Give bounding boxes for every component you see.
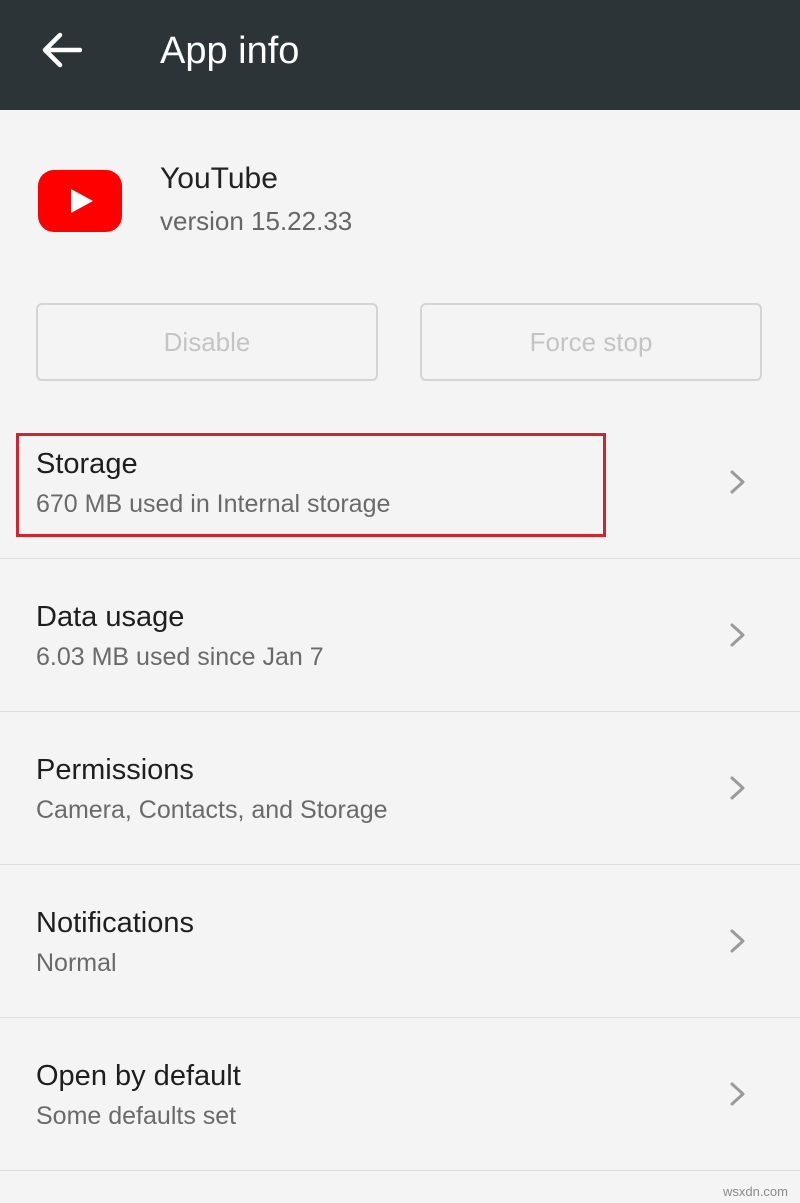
- disable-button[interactable]: Disable: [36, 303, 378, 381]
- force-stop-button[interactable]: Force stop: [420, 303, 762, 381]
- item-title: Data usage: [36, 601, 185, 633]
- watermark: wsxdn.com: [722, 1184, 788, 1199]
- youtube-logo-icon: [38, 170, 122, 232]
- item-title: Permissions: [36, 754, 194, 786]
- settings-item-open-by-default[interactable]: Open by default Some defaults set: [0, 1018, 800, 1171]
- item-subtitle: Some defaults set: [36, 1102, 237, 1130]
- chevron-right-icon: [730, 776, 745, 800]
- chevron-right-icon: [730, 470, 745, 494]
- item-title: Open by default: [36, 1060, 241, 1092]
- item-subtitle: Normal: [36, 949, 117, 977]
- chevron-right-icon: [730, 623, 745, 647]
- chevron-right-icon: [730, 929, 745, 953]
- chevron-right-icon: [730, 1082, 745, 1106]
- app-version: version 15.22.33: [160, 206, 353, 236]
- settings-item-permissions[interactable]: Permissions Camera, Contacts, and Storag…: [0, 712, 800, 865]
- app-header: YouTube version 15.22.33: [0, 110, 800, 290]
- settings-item-notifications[interactable]: Notifications Normal: [0, 865, 800, 1018]
- item-title: Notifications: [36, 907, 194, 939]
- item-subtitle: 6.03 MB used since Jan 7: [36, 643, 324, 671]
- arrow-left-icon: [42, 32, 82, 68]
- app-bar: App info: [0, 0, 800, 110]
- item-title: Storage: [36, 448, 138, 480]
- app-name: YouTube: [160, 162, 278, 195]
- item-subtitle: Camera, Contacts, and Storage: [36, 796, 388, 824]
- page-title: App info: [160, 30, 300, 72]
- settings-item-data-usage[interactable]: Data usage 6.03 MB used since Jan 7: [0, 559, 800, 712]
- settings-item-storage[interactable]: Storage 670 MB used in Internal storage: [0, 406, 800, 559]
- back-button[interactable]: [30, 22, 94, 78]
- item-subtitle: 670 MB used in Internal storage: [36, 490, 391, 518]
